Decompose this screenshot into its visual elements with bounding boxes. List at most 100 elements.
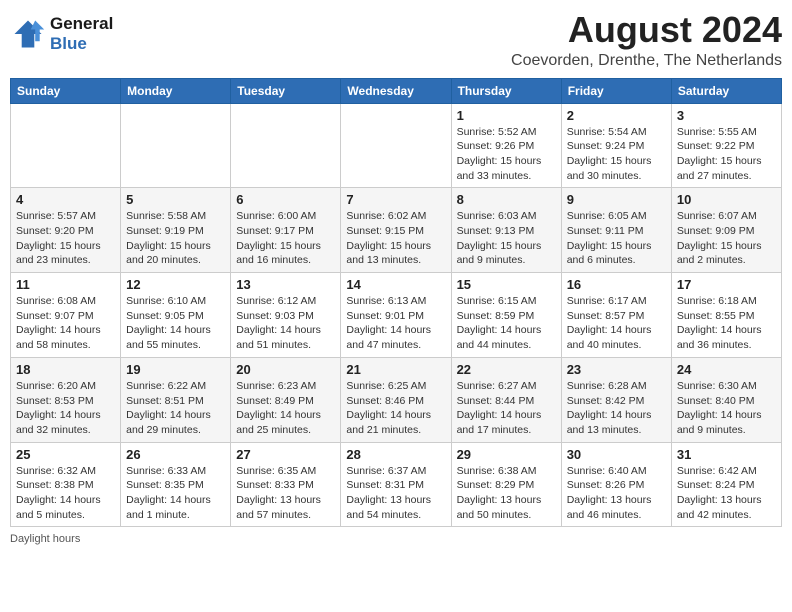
day-cell: 26 Sunrise: 6:33 AMSunset: 8:35 PMDayligh… — [121, 442, 231, 527]
day-cell: 10 Sunrise: 6:07 AMSunset: 9:09 PMDayligh… — [671, 188, 781, 273]
day-info: Sunrise: 6:33 AMSunset: 8:35 PMDaylight:… — [126, 464, 225, 523]
day-number: 13 — [236, 277, 335, 292]
day-number: 19 — [126, 362, 225, 377]
day-number: 18 — [16, 362, 115, 377]
col-header-friday: Friday — [561, 78, 671, 103]
day-cell: 4Sunrise: 5:57 AMSunset: 9:20 PMDaylight… — [11, 188, 121, 273]
day-cell: 15 Sunrise: 6:15 AMSunset: 8:59 PMDayligh… — [451, 273, 561, 358]
day-info: Sunrise: 6:32 AMSunset: 8:38 PMDaylight:… — [16, 464, 115, 523]
day-info: Sunrise: 6:18 AMSunset: 8:55 PMDaylight:… — [677, 294, 776, 353]
col-header-wednesday: Wednesday — [341, 78, 451, 103]
day-info: Sunrise: 6:27 AMSunset: 8:44 PMDaylight:… — [457, 379, 556, 438]
day-cell: 7 Sunrise: 6:02 AMSunset: 9:15 PMDaylight… — [341, 188, 451, 273]
day-cell: 20 Sunrise: 6:23 AMSunset: 8:49 PMDayligh… — [231, 357, 341, 442]
day-info: Sunrise: 6:42 AMSunset: 8:24 PMDaylight:… — [677, 464, 776, 523]
day-number: 10 — [677, 192, 776, 207]
calendar-header-row: SundayMondayTuesdayWednesdayThursdayFrid… — [11, 78, 782, 103]
month-title: August 2024 — [511, 10, 782, 50]
day-cell: 14 Sunrise: 6:13 AMSunset: 9:01 PMDayligh… — [341, 273, 451, 358]
day-info: Sunrise: 6:40 AMSunset: 8:26 PMDaylight:… — [567, 464, 666, 523]
day-number: 26 — [126, 447, 225, 462]
day-number: 12 — [126, 277, 225, 292]
day-info: Sunrise: 6:03 AMSunset: 9:13 PMDaylight:… — [457, 209, 556, 268]
day-cell: 21 Sunrise: 6:25 AMSunset: 8:46 PMDayligh… — [341, 357, 451, 442]
day-cell: 1Sunrise: 5:52 AMSunset: 9:26 PMDaylight… — [451, 103, 561, 188]
day-number: 14 — [346, 277, 445, 292]
day-number: 3 — [677, 108, 776, 123]
day-number: 6 — [236, 192, 335, 207]
logo-icon — [10, 16, 46, 52]
day-cell: 31 Sunrise: 6:42 AMSunset: 8:24 PMDayligh… — [671, 442, 781, 527]
day-info: Sunrise: 6:10 AMSunset: 9:05 PMDaylight:… — [126, 294, 225, 353]
col-header-sunday: Sunday — [11, 78, 121, 103]
day-cell: 28Sunrise: 6:37 AMSunset: 8:31 PMDayligh… — [341, 442, 451, 527]
day-number: 5 — [126, 192, 225, 207]
day-number: 4 — [16, 192, 115, 207]
day-number: 2 — [567, 108, 666, 123]
day-info: Sunrise: 6:23 AMSunset: 8:49 PMDaylight:… — [236, 379, 335, 438]
day-cell: 18 Sunrise: 6:20 AMSunset: 8:53 PMDayligh… — [11, 357, 121, 442]
day-cell — [121, 103, 231, 188]
day-cell: 11Sunrise: 6:08 AMSunset: 9:07 PMDayligh… — [11, 273, 121, 358]
week-row-3: 11Sunrise: 6:08 AMSunset: 9:07 PMDayligh… — [11, 273, 782, 358]
day-cell — [11, 103, 121, 188]
day-cell: 22Sunrise: 6:27 AMSunset: 8:44 PMDayligh… — [451, 357, 561, 442]
day-number: 20 — [236, 362, 335, 377]
day-info: Sunrise: 6:13 AMSunset: 9:01 PMDaylight:… — [346, 294, 445, 353]
day-info: Sunrise: 6:00 AMSunset: 9:17 PMDaylight:… — [236, 209, 335, 268]
page-header: General Blue August 2024 Coevorden, Dren… — [10, 10, 782, 70]
day-number: 7 — [346, 192, 445, 207]
day-cell: 27 Sunrise: 6:35 AMSunset: 8:33 PMDayligh… — [231, 442, 341, 527]
day-cell: 30 Sunrise: 6:40 AMSunset: 8:26 PMDayligh… — [561, 442, 671, 527]
logo: General Blue — [10, 14, 113, 54]
week-row-2: 4Sunrise: 5:57 AMSunset: 9:20 PMDaylight… — [11, 188, 782, 273]
col-header-tuesday: Tuesday — [231, 78, 341, 103]
day-cell: 29 Sunrise: 6:38 AMSunset: 8:29 PMDayligh… — [451, 442, 561, 527]
day-info: Sunrise: 5:54 AMSunset: 9:24 PMDaylight:… — [567, 125, 666, 184]
day-info: Sunrise: 6:12 AMSunset: 9:03 PMDaylight:… — [236, 294, 335, 353]
day-info: Sunrise: 6:35 AMSunset: 8:33 PMDaylight:… — [236, 464, 335, 523]
day-number: 1 — [457, 108, 556, 123]
location: Coevorden, Drenthe, The Netherlands — [511, 52, 782, 70]
week-row-5: 25 Sunrise: 6:32 AMSunset: 8:38 PMDayligh… — [11, 442, 782, 527]
day-info: Sunrise: 6:15 AMSunset: 8:59 PMDaylight:… — [457, 294, 556, 353]
day-info: Sunrise: 6:20 AMSunset: 8:53 PMDaylight:… — [16, 379, 115, 438]
col-header-saturday: Saturday — [671, 78, 781, 103]
day-number: 21 — [346, 362, 445, 377]
day-info: Sunrise: 6:07 AMSunset: 9:09 PMDaylight:… — [677, 209, 776, 268]
footer-note: Daylight hours — [10, 533, 782, 545]
day-info: Sunrise: 6:25 AMSunset: 8:46 PMDaylight:… — [346, 379, 445, 438]
day-info: Sunrise: 6:17 AMSunset: 8:57 PMDaylight:… — [567, 294, 666, 353]
day-cell: 12 Sunrise: 6:10 AMSunset: 9:05 PMDayligh… — [121, 273, 231, 358]
day-info: Sunrise: 6:08 AMSunset: 9:07 PMDaylight:… — [16, 294, 115, 353]
day-number: 25 — [16, 447, 115, 462]
day-number: 9 — [567, 192, 666, 207]
day-cell: 8Sunrise: 6:03 AMSunset: 9:13 PMDaylight… — [451, 188, 561, 273]
day-cell: 17 Sunrise: 6:18 AMSunset: 8:55 PMDayligh… — [671, 273, 781, 358]
title-block: August 2024 Coevorden, Drenthe, The Neth… — [511, 10, 782, 70]
col-header-monday: Monday — [121, 78, 231, 103]
day-info: Sunrise: 6:38 AMSunset: 8:29 PMDaylight:… — [457, 464, 556, 523]
day-info: Sunrise: 6:30 AMSunset: 8:40 PMDaylight:… — [677, 379, 776, 438]
day-number: 27 — [236, 447, 335, 462]
logo-text: General Blue — [50, 14, 113, 54]
day-cell: 5Sunrise: 5:58 AMSunset: 9:19 PMDaylight… — [121, 188, 231, 273]
day-number: 23 — [567, 362, 666, 377]
day-cell: 3Sunrise: 5:55 AMSunset: 9:22 PMDaylight… — [671, 103, 781, 188]
day-info: Sunrise: 6:02 AMSunset: 9:15 PMDaylight:… — [346, 209, 445, 268]
day-number: 15 — [457, 277, 556, 292]
day-cell: 13 Sunrise: 6:12 AMSunset: 9:03 PMDayligh… — [231, 273, 341, 358]
day-info: Sunrise: 6:37 AMSunset: 8:31 PMDaylight:… — [346, 464, 445, 523]
day-number: 17 — [677, 277, 776, 292]
day-number: 16 — [567, 277, 666, 292]
week-row-4: 18 Sunrise: 6:20 AMSunset: 8:53 PMDayligh… — [11, 357, 782, 442]
calendar: SundayMondayTuesdayWednesdayThursdayFrid… — [10, 78, 782, 528]
day-cell: 9 Sunrise: 6:05 AMSunset: 9:11 PMDaylight… — [561, 188, 671, 273]
footer-label: Daylight hours — [10, 533, 80, 545]
day-cell: 19Sunrise: 6:22 AMSunset: 8:51 PMDayligh… — [121, 357, 231, 442]
day-info: Sunrise: 6:05 AMSunset: 9:11 PMDaylight:… — [567, 209, 666, 268]
day-number: 29 — [457, 447, 556, 462]
day-number: 31 — [677, 447, 776, 462]
day-cell: 2 Sunrise: 5:54 AMSunset: 9:24 PMDaylight… — [561, 103, 671, 188]
day-number: 30 — [567, 447, 666, 462]
